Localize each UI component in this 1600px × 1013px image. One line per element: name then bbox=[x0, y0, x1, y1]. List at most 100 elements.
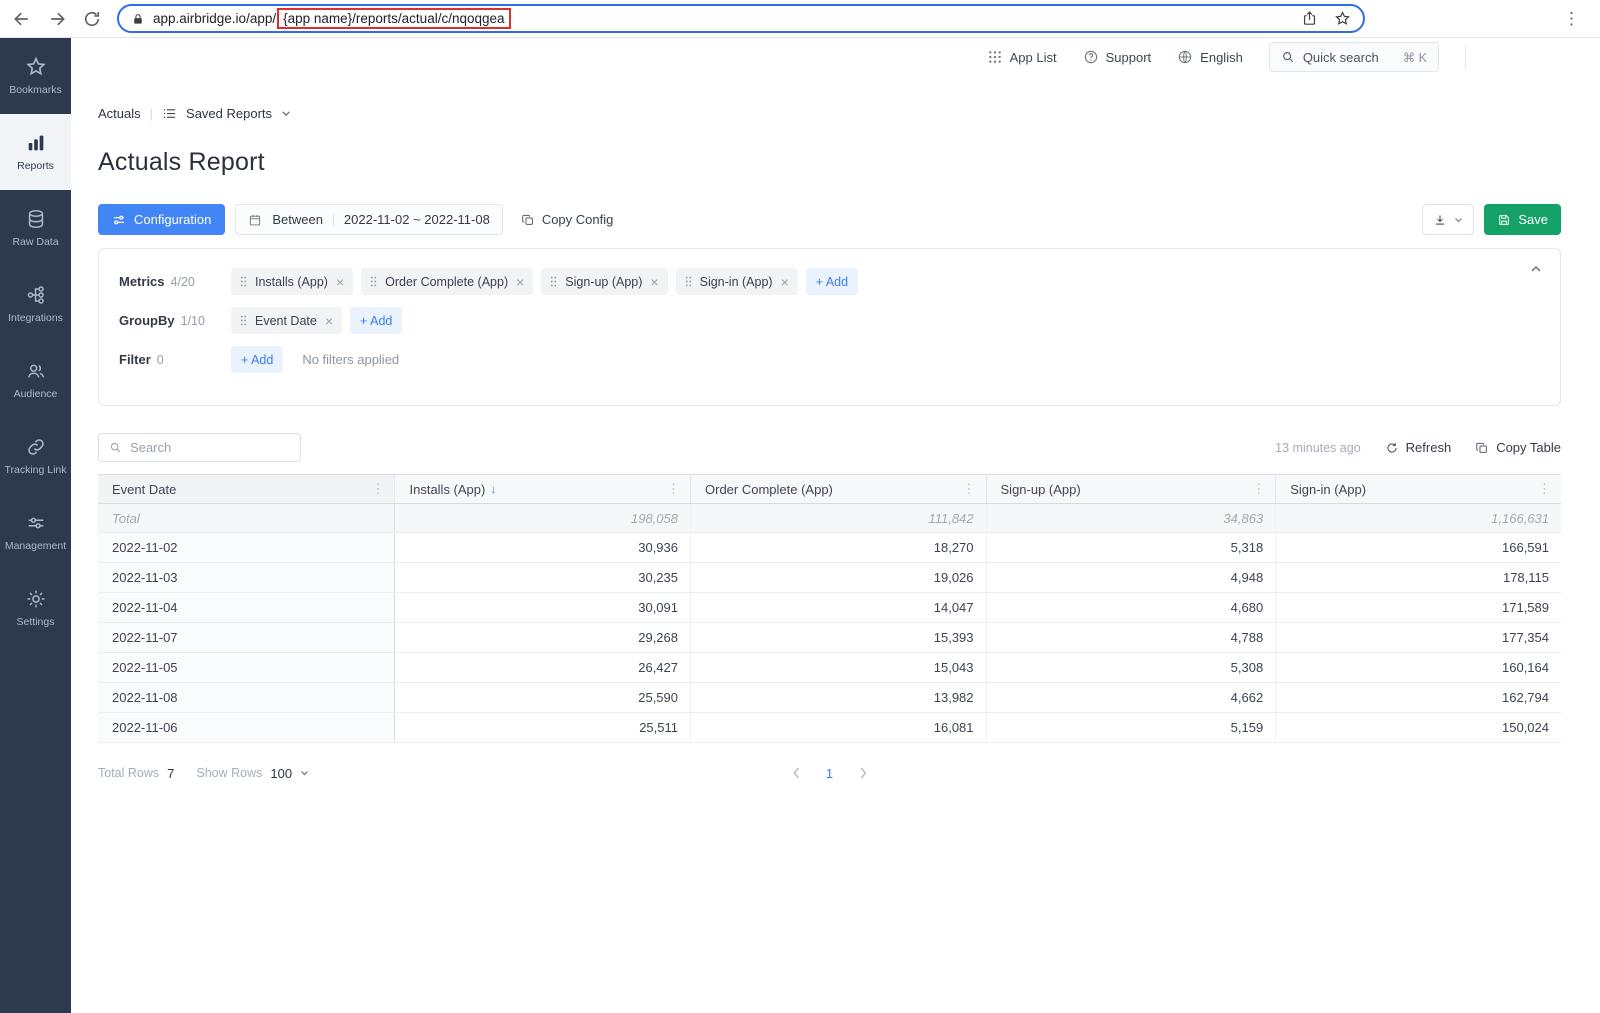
show-rows-select[interactable]: Show Rows 100 bbox=[196, 766, 309, 781]
table-search[interactable] bbox=[98, 433, 301, 462]
collapse-panel-icon[interactable] bbox=[1530, 265, 1542, 273]
column-header-event-date[interactable]: Event Date⋮ bbox=[98, 475, 395, 504]
metric-chip[interactable]: Order Complete (App) × bbox=[361, 268, 533, 295]
column-header-order-complete[interactable]: Order Complete (App)⋮ bbox=[691, 475, 987, 504]
filter-count: 0 bbox=[157, 353, 164, 367]
drag-handle-icon[interactable] bbox=[685, 275, 692, 288]
metric-chip[interactable]: Installs (App) × bbox=[231, 268, 353, 295]
bar-chart-icon bbox=[25, 132, 47, 154]
config-sliders-icon bbox=[112, 213, 126, 227]
support-button[interactable]: Support bbox=[1083, 49, 1152, 65]
configuration-panel: Metrics4/20 Installs (App) × Order Compl… bbox=[98, 248, 1561, 406]
table-row: 2022-11-03 30,235 19,026 4,948 178,115 bbox=[98, 563, 1561, 593]
topbar-divider bbox=[1465, 45, 1466, 69]
remove-chip-icon[interactable]: × bbox=[516, 275, 524, 289]
add-filter-button[interactable]: + Add bbox=[231, 346, 283, 373]
sidebar-item-label: Audience bbox=[14, 388, 58, 400]
table-row: 2022-11-02 30,936 18,270 5,318 166,591 bbox=[98, 533, 1561, 563]
groupby-chip[interactable]: Event Date × bbox=[231, 307, 342, 334]
bookmark-star-icon[interactable] bbox=[1334, 10, 1351, 27]
share-icon[interactable] bbox=[1301, 10, 1318, 27]
language-button[interactable]: English bbox=[1177, 49, 1243, 65]
column-header-sign-in[interactable]: Sign-in (App)⋮ bbox=[1276, 475, 1561, 504]
report-toolbar: Configuration Between 2022-11-02 ~ 2022-… bbox=[98, 204, 1561, 235]
metrics-count: 4/20 bbox=[171, 275, 195, 289]
back-icon[interactable] bbox=[12, 9, 32, 29]
column-menu-icon[interactable]: ⋮ bbox=[667, 481, 680, 497]
sidebar-item-raw-data[interactable]: Raw Data bbox=[0, 190, 71, 266]
column-menu-icon[interactable]: ⋮ bbox=[963, 481, 976, 497]
drag-handle-icon[interactable] bbox=[550, 275, 557, 288]
copy-table-button[interactable]: Copy Table bbox=[1475, 440, 1561, 455]
drag-handle-icon[interactable] bbox=[240, 314, 247, 327]
drag-handle-icon[interactable] bbox=[370, 275, 377, 288]
table-row: 2022-11-04 30,091 14,047 4,680 171,589 bbox=[98, 593, 1561, 623]
remove-chip-icon[interactable]: × bbox=[650, 275, 658, 289]
column-menu-icon[interactable]: ⋮ bbox=[1538, 481, 1551, 497]
app-list-button[interactable]: App List bbox=[987, 49, 1057, 65]
table-row: 2022-11-06 25,511 16,081 5,159 150,024 bbox=[98, 713, 1561, 743]
chevron-down-icon[interactable] bbox=[281, 110, 291, 117]
gear-icon bbox=[25, 588, 47, 610]
total-rows: Total Rows 7 bbox=[98, 766, 174, 781]
chevron-down-icon bbox=[300, 770, 309, 776]
download-icon bbox=[1433, 213, 1447, 227]
prev-page-icon[interactable] bbox=[792, 767, 800, 779]
shortcut-badge: ⌘ K bbox=[1403, 50, 1427, 65]
quick-search[interactable]: Quick search ⌘ K bbox=[1269, 42, 1439, 72]
sidebar-item-audience[interactable]: Audience bbox=[0, 342, 71, 418]
refresh-icon bbox=[1385, 441, 1399, 455]
saved-reports-dropdown[interactable]: Saved Reports bbox=[186, 106, 272, 121]
sidebar-item-settings[interactable]: Settings bbox=[0, 570, 71, 646]
remove-chip-icon[interactable]: × bbox=[325, 314, 333, 328]
date-range-picker[interactable]: Between 2022-11-02 ~ 2022-11-08 bbox=[235, 204, 502, 235]
table-header-row: Event Date⋮ Installs (App)↓⋮ Order Compl… bbox=[98, 475, 1561, 504]
reload-icon[interactable] bbox=[82, 9, 102, 29]
breadcrumb: Actuals | Saved Reports bbox=[98, 106, 1561, 121]
current-page[interactable]: 1 bbox=[826, 766, 833, 781]
table-total-row: Total 198,058 111,842 34,863 1,166,631 bbox=[98, 504, 1561, 533]
pagination: 1 bbox=[792, 766, 867, 781]
breadcrumb-section[interactable]: Actuals bbox=[98, 106, 141, 121]
search-input[interactable] bbox=[130, 440, 290, 455]
copy-config-button[interactable]: Copy Config bbox=[521, 212, 614, 227]
calendar-icon bbox=[248, 213, 262, 227]
chevron-down-icon bbox=[1454, 217, 1463, 223]
sort-desc-icon[interactable]: ↓ bbox=[490, 482, 496, 496]
no-filters-text: No filters applied bbox=[302, 352, 399, 367]
remove-chip-icon[interactable]: × bbox=[336, 275, 344, 289]
sidebar-item-management[interactable]: Management bbox=[0, 494, 71, 570]
column-menu-icon[interactable]: ⋮ bbox=[371, 481, 384, 497]
search-icon bbox=[1281, 50, 1295, 64]
column-menu-icon[interactable]: ⋮ bbox=[1252, 481, 1265, 497]
sidebar-item-integrations[interactable]: Integrations bbox=[0, 266, 71, 342]
metric-chip[interactable]: Sign-in (App) × bbox=[676, 268, 798, 295]
metric-chip[interactable]: Sign-up (App) × bbox=[541, 268, 667, 295]
sidebar-item-label: Raw Data bbox=[12, 236, 58, 248]
sidebar-item-tracking-link[interactable]: Tracking Link bbox=[0, 418, 71, 494]
copy-icon bbox=[1475, 441, 1489, 455]
star-icon bbox=[25, 56, 47, 78]
url-text: app.airbridge.io/app/{app name}/reports/… bbox=[153, 8, 511, 29]
next-page-icon[interactable] bbox=[859, 767, 867, 779]
table-row: 2022-11-08 25,590 13,982 4,662 162,794 bbox=[98, 683, 1561, 713]
sidebar-item-reports[interactable]: Reports bbox=[0, 114, 71, 190]
add-groupby-button[interactable]: + Add bbox=[350, 307, 402, 334]
save-button[interactable]: Save bbox=[1484, 204, 1561, 235]
add-metric-button[interactable]: + Add bbox=[806, 268, 858, 295]
refresh-button[interactable]: Refresh bbox=[1385, 440, 1452, 455]
sidebar-item-bookmarks[interactable]: Bookmarks bbox=[0, 38, 71, 114]
sidebar: Bookmarks Reports Raw Data Integrations … bbox=[0, 38, 71, 1013]
drag-handle-icon[interactable] bbox=[240, 275, 247, 288]
download-button[interactable] bbox=[1422, 204, 1474, 235]
url-bar[interactable]: app.airbridge.io/app/{app name}/reports/… bbox=[117, 4, 1365, 33]
app-topbar: App List Support English Quick search ⌘ … bbox=[71, 38, 1600, 76]
remove-chip-icon[interactable]: × bbox=[781, 275, 789, 289]
browser-menu-icon[interactable]: ⋮ bbox=[1555, 9, 1588, 29]
forward-icon[interactable] bbox=[47, 9, 67, 29]
sidebar-item-label: Bookmarks bbox=[9, 84, 62, 96]
show-rows-value: 100 bbox=[270, 766, 292, 781]
column-header-installs[interactable]: Installs (App)↓⋮ bbox=[395, 475, 691, 504]
configuration-button[interactable]: Configuration bbox=[98, 204, 225, 235]
column-header-sign-up[interactable]: Sign-up (App)⋮ bbox=[986, 475, 1276, 504]
